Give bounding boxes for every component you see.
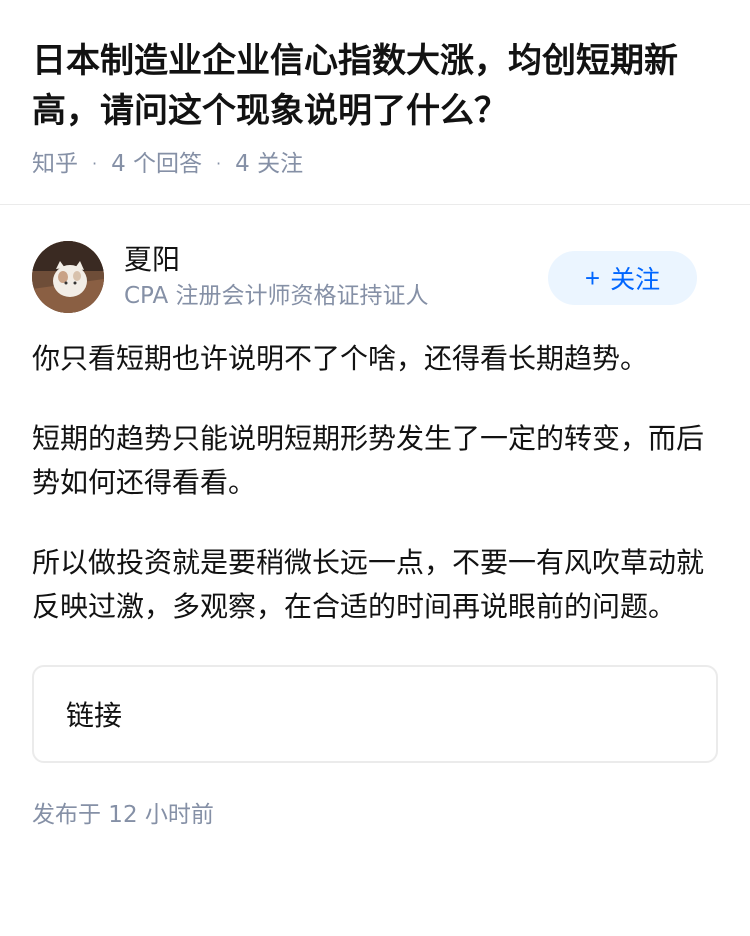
answer-page: 日本制造业企业信心指数大涨，均创短期新高，请问这个现象说明了什么？ 知乎 · 4… — [0, 0, 750, 936]
link-card-label: 链接 — [66, 699, 123, 732]
author-headline: CPA 注册会计师资格证持证人 — [124, 283, 429, 309]
follow-button[interactable]: + 关注 — [548, 251, 697, 305]
answer-body: 你只看短期也许说明不了个啥，还得看长期趋势。 短期的趋势只能说明短期形势发生了一… — [32, 337, 718, 629]
separator-dot: · — [92, 154, 98, 173]
author-name[interactable]: 夏阳 — [124, 242, 429, 278]
answer-paragraph: 你只看短期也许说明不了个啥，还得看长期趋势。 — [32, 342, 649, 375]
plus-icon: + — [584, 262, 601, 293]
answer-item: 夏阳 CPA 注册会计师资格证持证人 + 关注 你只看短期也许说明不了个啥，还得… — [0, 205, 750, 831]
author-info: 夏阳 CPA 注册会计师资格证持证人 — [124, 242, 429, 312]
avatar-image — [32, 241, 104, 313]
author-row: 夏阳 CPA 注册会计师资格证持证人 + 关注 — [32, 241, 718, 313]
answer-paragraph: 短期的趋势只能说明短期形势发生了一定的转变，而后势如何还得看看。 — [32, 422, 705, 499]
question-meta: 知乎 · 4 个回答 · 4 关注 — [32, 148, 718, 180]
follower-count[interactable]: 4 关注 — [235, 148, 303, 180]
publish-time: 发布于 12 小时前 — [32, 802, 214, 828]
separator-dot: · — [216, 154, 222, 173]
answer-paragraph: 所以做投资就是要稍微长远一点，不要一有风吹草动就反映过激，多观察，在合适的时间再… — [32, 546, 705, 623]
question-title[interactable]: 日本制造业企业信心指数大涨，均创短期新高，请问这个现象说明了什么？ — [32, 36, 718, 136]
follow-button-label: 关注 — [610, 266, 661, 294]
question-header: 日本制造业企业信心指数大涨，均创短期新高，请问这个现象说明了什么？ 知乎 · 4… — [0, 0, 750, 180]
answer-count[interactable]: 4 个回答 — [111, 148, 202, 180]
link-card[interactable]: 链接 — [32, 665, 718, 763]
source-label[interactable]: 知乎 — [32, 148, 78, 180]
avatar[interactable] — [32, 241, 104, 313]
